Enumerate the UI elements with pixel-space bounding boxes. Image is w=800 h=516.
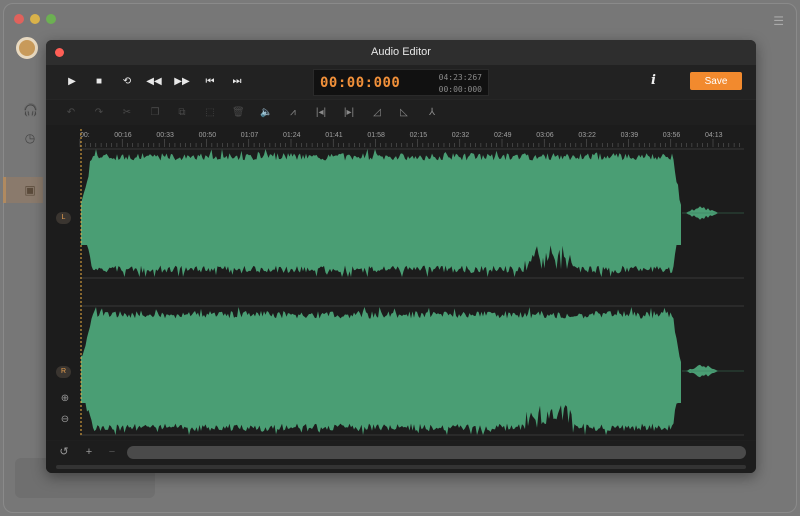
redo-icon[interactable]: ↷ — [93, 107, 105, 119]
horizontal-scrollbar[interactable] — [56, 465, 746, 469]
play-icon[interactable]: ▶ — [64, 74, 80, 90]
timeline-tick-label: 02:32 — [452, 132, 470, 139]
timeline-ruler: 00: 00:16 00:33 00:50 01:07 01:24 01:41 01:58 02… — [79, 132, 740, 147]
trim-start-icon[interactable]: |◂| — [315, 107, 327, 119]
time-display: 00:00:000 04:23:267 00:00:000 — [313, 69, 489, 96]
skip-end-icon[interactable]: ⏭ — [229, 74, 245, 90]
paste-icon[interactable]: ⧉ — [176, 107, 188, 119]
undo-icon[interactable]: ↶ — [65, 107, 77, 119]
loop-icon[interactable]: ⟲ — [119, 74, 135, 90]
fast-forward-icon[interactable]: ▶▶ — [174, 74, 190, 90]
transport-bar: ▶ ■ ⟲ ◀◀ ▶▶ ⏮ ⏭ 00:00:000 04:23:267 00:0… — [46, 65, 756, 99]
timeline-tick-label: 01:24 — [283, 132, 301, 139]
window-title: Audio Editor — [371, 46, 431, 58]
headphones-icon: 🎧 — [23, 103, 38, 117]
bg-close-dot — [14, 14, 24, 24]
cut-icon[interactable]: ✂ — [121, 107, 133, 119]
copy-icon[interactable]: ❐ — [149, 107, 161, 119]
skip-start-icon[interactable]: ⏮ — [202, 74, 218, 90]
timeline-tick-label: 03:39 — [621, 132, 639, 139]
total-time: 04:23:267 — [438, 73, 482, 82]
edit-toolbar: ↶ ↷ ✂ ❐ ⧉ ⬚ 🗑 🔈 ⩘ |◂| |▸| ◿ ◺ ⅄ — [46, 99, 756, 125]
crop-icon[interactable]: ⬚ — [204, 107, 216, 119]
fade-out-icon[interactable]: ◺ — [398, 107, 410, 119]
bg-minimize-dot — [30, 14, 40, 24]
timeline-tick-label: 00:16 — [114, 132, 132, 139]
delete-icon[interactable]: 🗑 — [232, 107, 245, 119]
app-logo — [16, 37, 38, 59]
zoom-slider[interactable] — [127, 446, 746, 459]
audio-editor-window: Audio Editor ▶ ■ ⟲ ◀◀ ▶▶ ⏮ ⏭ 00:00:000 0… — [46, 40, 756, 473]
bg-zoom-dot — [46, 14, 56, 24]
add-icon[interactable]: + — [83, 446, 95, 458]
bg-menu-icon: ☰ — [773, 14, 784, 28]
toolbox-icon: ▣ — [24, 183, 36, 197]
close-button[interactable] — [55, 48, 64, 57]
amplify-icon[interactable]: ⩘ — [287, 107, 299, 119]
reset-zoom-icon[interactable]: ↺ — [58, 446, 70, 458]
timeline-tick-label: 00:33 — [156, 132, 174, 139]
title-bar: Audio Editor — [46, 40, 756, 65]
waveform-shape — [81, 149, 681, 277]
effects-icon[interactable]: ⅄ — [426, 107, 438, 119]
rewind-icon[interactable]: ◀◀ — [146, 74, 162, 90]
right-channel-waveform — [81, 307, 744, 435]
volume-icon[interactable]: 🔈 — [260, 107, 272, 119]
timeline-tick-label: 01:41 — [325, 132, 343, 139]
left-channel-label: L — [56, 212, 71, 224]
remove-icon[interactable]: − — [106, 446, 118, 458]
bottom-bar: ↺ + − — [46, 441, 756, 473]
timeline-tick-label: 00:50 — [199, 132, 217, 139]
timeline-tick-label: 01:07 — [241, 132, 259, 139]
right-channel-label: R — [56, 366, 71, 378]
trim-end-icon[interactable]: |▸| — [343, 107, 355, 119]
waveform-shape — [81, 307, 681, 435]
left-channel-waveform — [81, 149, 744, 277]
current-time: 00:00:000 — [320, 75, 401, 91]
zoom-in-icon[interactable]: ⊕ — [59, 393, 71, 405]
fade-in-icon[interactable]: ◿ — [371, 107, 383, 119]
selection-time: 00:00:000 — [438, 85, 482, 94]
waveform-canvas[interactable]: 00: 00:16 00:33 00:50 01:07 01:24 01:41 01:58 02… — [46, 125, 756, 440]
timeline-tick-label: 03:06 — [536, 132, 554, 139]
timeline-tick-label: 04:13 — [705, 132, 723, 139]
waveform-area[interactable]: 00: 00:16 00:33 00:50 01:07 01:24 01:41 01:58 02… — [46, 125, 756, 440]
info-icon[interactable]: i — [651, 73, 656, 88]
clock-icon: ◷ — [24, 131, 36, 145]
timeline-tick-label: 02:49 — [494, 132, 512, 139]
timeline-tick-label: 03:22 — [578, 132, 596, 139]
timeline-tick-label: 03:56 — [663, 132, 681, 139]
save-button[interactable]: Save — [690, 72, 742, 90]
zoom-out-icon[interactable]: ⊖ — [59, 414, 71, 426]
timeline-tick-label: 02:15 — [410, 132, 428, 139]
stop-icon[interactable]: ■ — [91, 74, 107, 90]
timeline-tick-label: 01:58 — [367, 132, 385, 139]
